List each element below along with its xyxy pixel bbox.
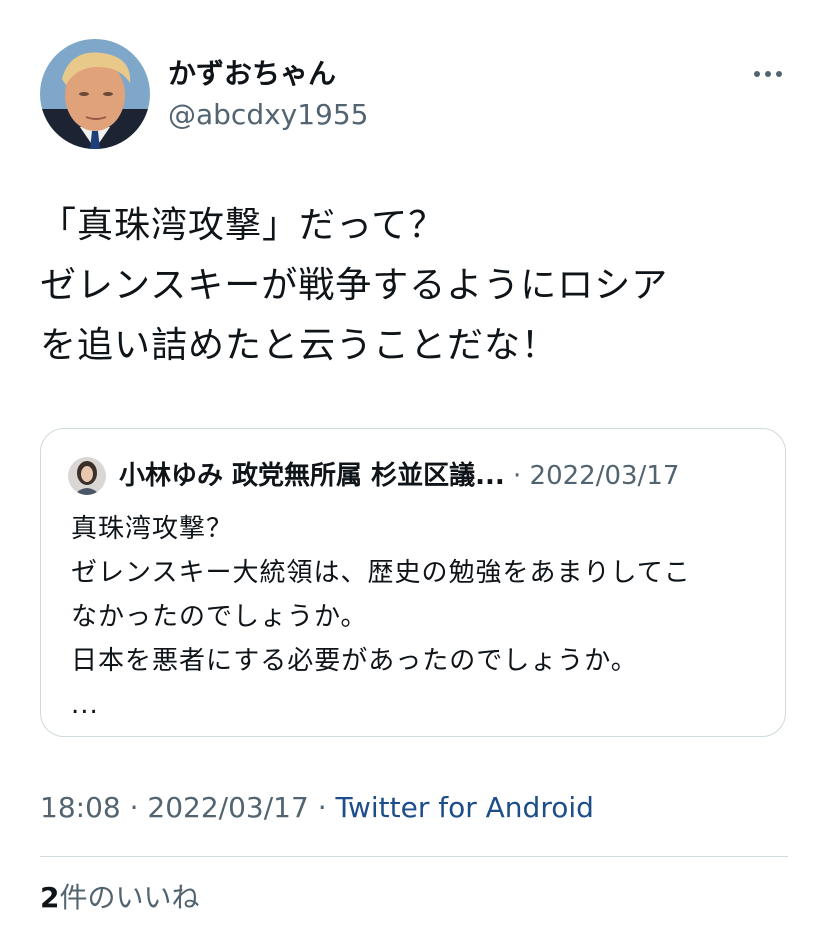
quote-body-line: 真珠湾攻撃？ [71, 514, 234, 544]
author-avatar[interactable] [40, 39, 150, 149]
tweet-text-line: ゼレンスキーが戦争するようにロシア [40, 265, 669, 306]
quote-header: 小林ゆみ 政党無所属 杉並区議... · 2022/03/17 [119, 456, 679, 496]
quote-body-line: ... [71, 690, 99, 720]
author-display-name[interactable]: かずおちゃん [168, 54, 336, 94]
quote-body-line: 日本を悪者にする必要があったのでしょうか。 [71, 646, 638, 676]
author-handle[interactable]: @abcdxy1955 [168, 95, 369, 135]
likes-label: 件のいいね [59, 881, 200, 914]
quote-body-line: ゼレンスキー大統領は、歴史の勉強をあまりしてこ [71, 558, 691, 588]
tweet-time[interactable]: 18:08 [40, 791, 121, 824]
tweet-source-link[interactable]: Twitter for Android [336, 791, 594, 824]
divider [40, 856, 788, 857]
quoted-tweet-card[interactable]: 小林ゆみ 政党無所属 杉並区議... · 2022/03/17 真珠湾攻撃？ ゼ… [40, 428, 786, 737]
tweet-date[interactable]: 2022/03/17 [147, 791, 308, 824]
quote-body-line: なかったのでしょうか。 [71, 602, 368, 632]
tweet-meta: 18:08 · 2022/03/17 · Twitter for Android [40, 786, 594, 830]
quote-author-name[interactable]: 小林ゆみ 政党無所属 杉並区議... [119, 461, 505, 491]
tweet-text-line: 「真珠湾攻撃」だって？ [40, 205, 446, 246]
quote-body: 真珠湾攻撃？ ゼレンスキー大統領は、歴史の勉強をあまりしてこ なかったのでしょう… [71, 507, 771, 727]
meta-separator: · [120, 791, 148, 824]
quote-separator: · [513, 461, 522, 491]
likes-link[interactable]: 2件のいいね [40, 876, 200, 920]
more-button[interactable] [748, 56, 788, 92]
tweet-text: 「真珠湾攻撃」だって？ ゼレンスキーが戦争するようにロシア を追い詰めたと云うこ… [40, 196, 800, 376]
more-horizontal-icon [754, 71, 782, 77]
quote-author-avatar[interactable] [68, 457, 106, 495]
tweet-text-line: を追い詰めたと云うことだな！ [40, 325, 559, 366]
likes-count: 2 [40, 881, 60, 914]
meta-separator: · [308, 791, 336, 824]
quote-date: 2022/03/17 [529, 461, 680, 491]
